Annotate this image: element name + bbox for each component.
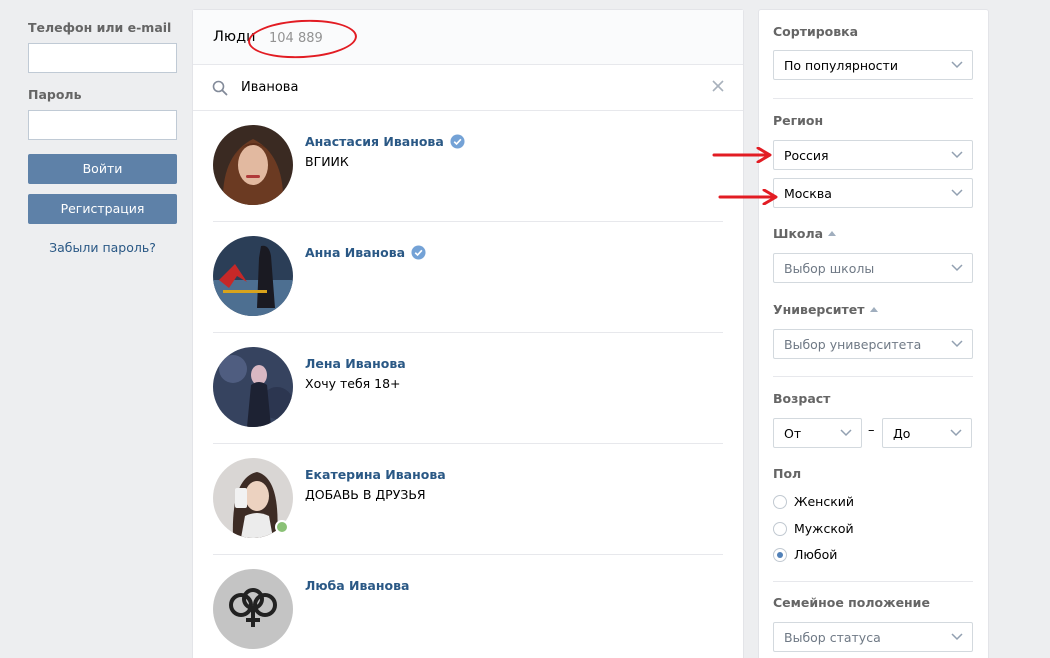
age-dash: – <box>868 423 875 438</box>
marital-select[interactable]: Выбор статуса <box>773 622 973 652</box>
chevron-down-icon <box>950 429 962 437</box>
password-label: Пароль <box>28 87 82 102</box>
divider <box>773 581 973 582</box>
chevron-down-icon <box>951 340 963 348</box>
list-item[interactable]: Люба Иванова <box>213 555 723 658</box>
verified-icon <box>450 134 465 149</box>
chevron-down-icon <box>951 61 963 69</box>
chevron-down-icon <box>951 633 963 641</box>
sort-label: Сортировка <box>773 24 859 39</box>
person-name[interactable]: Люба Иванова <box>305 578 409 593</box>
verified-icon <box>411 245 426 260</box>
radio-any-label[interactable]: Любой <box>794 547 837 562</box>
people-panel: Люди 104 889 Иванова Анастасия Иванова В… <box>193 10 743 658</box>
password-input[interactable] <box>28 110 177 140</box>
list-item[interactable]: Екатерина Иванова ДОБАВЬ В ДРУЗЬЯ <box>213 444 723 555</box>
filters-panel: Сортировка По популярности Регион Россия… <box>759 10 988 658</box>
country-select[interactable]: Россия <box>773 140 973 170</box>
person-subtitle: ВГИИК <box>305 154 349 169</box>
radio-female-label[interactable]: Женский <box>794 494 854 509</box>
chevron-down-icon <box>951 151 963 159</box>
login-form: Телефон или e-mail Пароль Войти Регистра… <box>28 0 177 255</box>
search-input[interactable]: Иванова <box>241 80 298 95</box>
online-indicator <box>275 520 289 534</box>
sort-select[interactable]: По популярности <box>773 50 973 80</box>
age-from-select[interactable]: От <box>773 418 862 448</box>
school-select[interactable]: Выбор школы <box>773 253 973 283</box>
radio-female[interactable] <box>773 495 787 509</box>
register-button[interactable]: Регистрация <box>28 194 177 224</box>
chevron-down-icon <box>951 189 963 197</box>
avatar[interactable] <box>213 347 293 427</box>
age-to-select[interactable]: До <box>882 418 972 448</box>
divider <box>773 98 973 99</box>
person-name[interactable]: Анастасия Иванова <box>305 134 465 149</box>
region-label: Регион <box>773 113 824 128</box>
avatar[interactable] <box>213 125 293 205</box>
list-item[interactable]: Лена Иванова Хочу тебя 18+ <box>213 333 723 444</box>
avatar[interactable] <box>213 569 293 649</box>
people-list: Анастасия Иванова ВГИИК Анна Иванова Лен… <box>193 111 743 658</box>
person-subtitle: ДОБАВЬ В ДРУЗЬЯ <box>305 487 426 502</box>
marital-label: Семейное положение <box>773 595 930 610</box>
city-select[interactable]: Москва <box>773 178 973 208</box>
list-item[interactable]: Анастасия Иванова ВГИИК <box>213 111 723 222</box>
chevron-down-icon <box>951 264 963 272</box>
chevron-down-icon <box>840 429 852 437</box>
search-icon <box>212 80 228 96</box>
close-icon[interactable] <box>711 79 725 93</box>
radio-any[interactable] <box>773 548 787 562</box>
annotation-arrow <box>718 189 778 205</box>
person-name[interactable]: Анна Иванова <box>305 245 426 260</box>
collapse-icon <box>869 307 878 312</box>
university-select[interactable]: Выбор университета <box>773 329 973 359</box>
annotation-arrow <box>712 147 772 163</box>
radio-male[interactable] <box>773 522 787 536</box>
annotation-ellipse <box>247 17 358 61</box>
school-label[interactable]: Школа <box>773 226 837 241</box>
radio-male-label[interactable]: Мужской <box>794 521 854 536</box>
login-button[interactable]: Войти <box>28 154 177 184</box>
phone-input[interactable] <box>28 43 177 73</box>
phone-label: Телефон или e-mail <box>28 20 172 35</box>
people-header: Люди 104 889 <box>193 10 743 65</box>
gender-label: Пол <box>773 466 802 481</box>
divider <box>773 376 973 377</box>
person-name[interactable]: Екатерина Иванова <box>305 467 446 482</box>
person-subtitle: Хочу тебя 18+ <box>305 376 401 391</box>
person-name[interactable]: Лена Иванова <box>305 356 406 371</box>
age-label: Возраст <box>773 391 831 406</box>
avatar[interactable] <box>213 236 293 316</box>
forgot-password-link[interactable]: Забыли пароль? <box>28 240 177 255</box>
university-label[interactable]: Университет <box>773 302 878 317</box>
search-bar[interactable]: Иванова <box>193 65 743 111</box>
collapse-icon <box>828 231 837 236</box>
list-item[interactable]: Анна Иванова <box>213 222 723 333</box>
